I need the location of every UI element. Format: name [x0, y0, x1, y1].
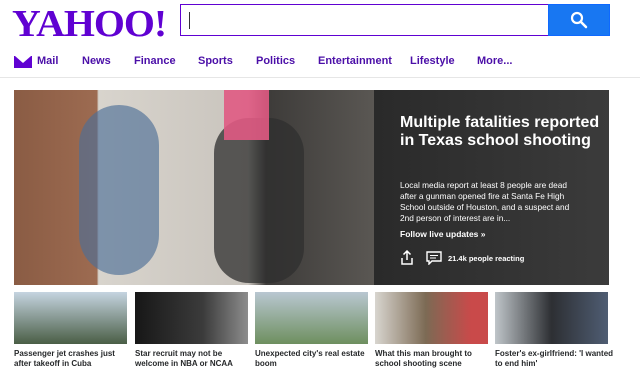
- mail-icon[interactable]: [14, 56, 32, 68]
- hero-panel[interactable]: Multiple fatalities reported in Texas sc…: [374, 90, 609, 285]
- story-caption[interactable]: Passenger jet crashes just after takeoff…: [14, 349, 134, 369]
- nav-entertainment[interactable]: Entertainment: [318, 55, 392, 67]
- text-caret: [189, 12, 190, 29]
- nav-politics[interactable]: Politics: [256, 55, 295, 67]
- hero-photo[interactable]: [14, 90, 374, 285]
- search-icon: [570, 11, 588, 29]
- reaction-count: 21.4k people reacting: [448, 254, 525, 263]
- share-icon[interactable]: [400, 250, 414, 266]
- main-nav: Mail News Finance Sports Politics Entert…: [0, 44, 640, 78]
- hero-story[interactable]: Multiple fatalities reported in Texas sc…: [14, 90, 609, 285]
- story-caption[interactable]: What this man brought to school shooting…: [375, 349, 495, 369]
- hero-title[interactable]: Multiple fatalities reported in Texas sc…: [400, 114, 600, 150]
- nav-lifestyle[interactable]: Lifestyle: [410, 55, 455, 67]
- hero-description: Local media report at least 8 people are…: [400, 180, 570, 223]
- follow-updates-link[interactable]: Follow live updates »: [400, 229, 486, 239]
- nav-news[interactable]: News: [82, 55, 111, 67]
- nav-finance[interactable]: Finance: [134, 55, 176, 67]
- search-input[interactable]: [180, 4, 548, 36]
- story-caption[interactable]: Foster's ex-girlfriend: 'I wanted to end…: [495, 349, 615, 369]
- story-thumbnail[interactable]: [135, 292, 248, 344]
- story-caption[interactable]: Unexpected city's real estate boom: [255, 349, 375, 369]
- story-caption[interactable]: Star recruit may not be welcome in NBA o…: [135, 349, 255, 369]
- nav-sports[interactable]: Sports: [198, 55, 233, 67]
- header: YAHOO!: [0, 0, 640, 46]
- story-thumbnail[interactable]: [255, 292, 368, 344]
- nav-more[interactable]: More...: [477, 55, 512, 67]
- nav-mail[interactable]: Mail: [37, 55, 58, 67]
- search-button[interactable]: [548, 4, 610, 36]
- story-thumbnail[interactable]: [375, 292, 488, 344]
- comment-icon[interactable]: [426, 251, 442, 265]
- yahoo-logo[interactable]: YAHOO!: [12, 2, 167, 46]
- story-thumbnail[interactable]: [14, 292, 127, 344]
- story-thumbnail[interactable]: [495, 292, 608, 344]
